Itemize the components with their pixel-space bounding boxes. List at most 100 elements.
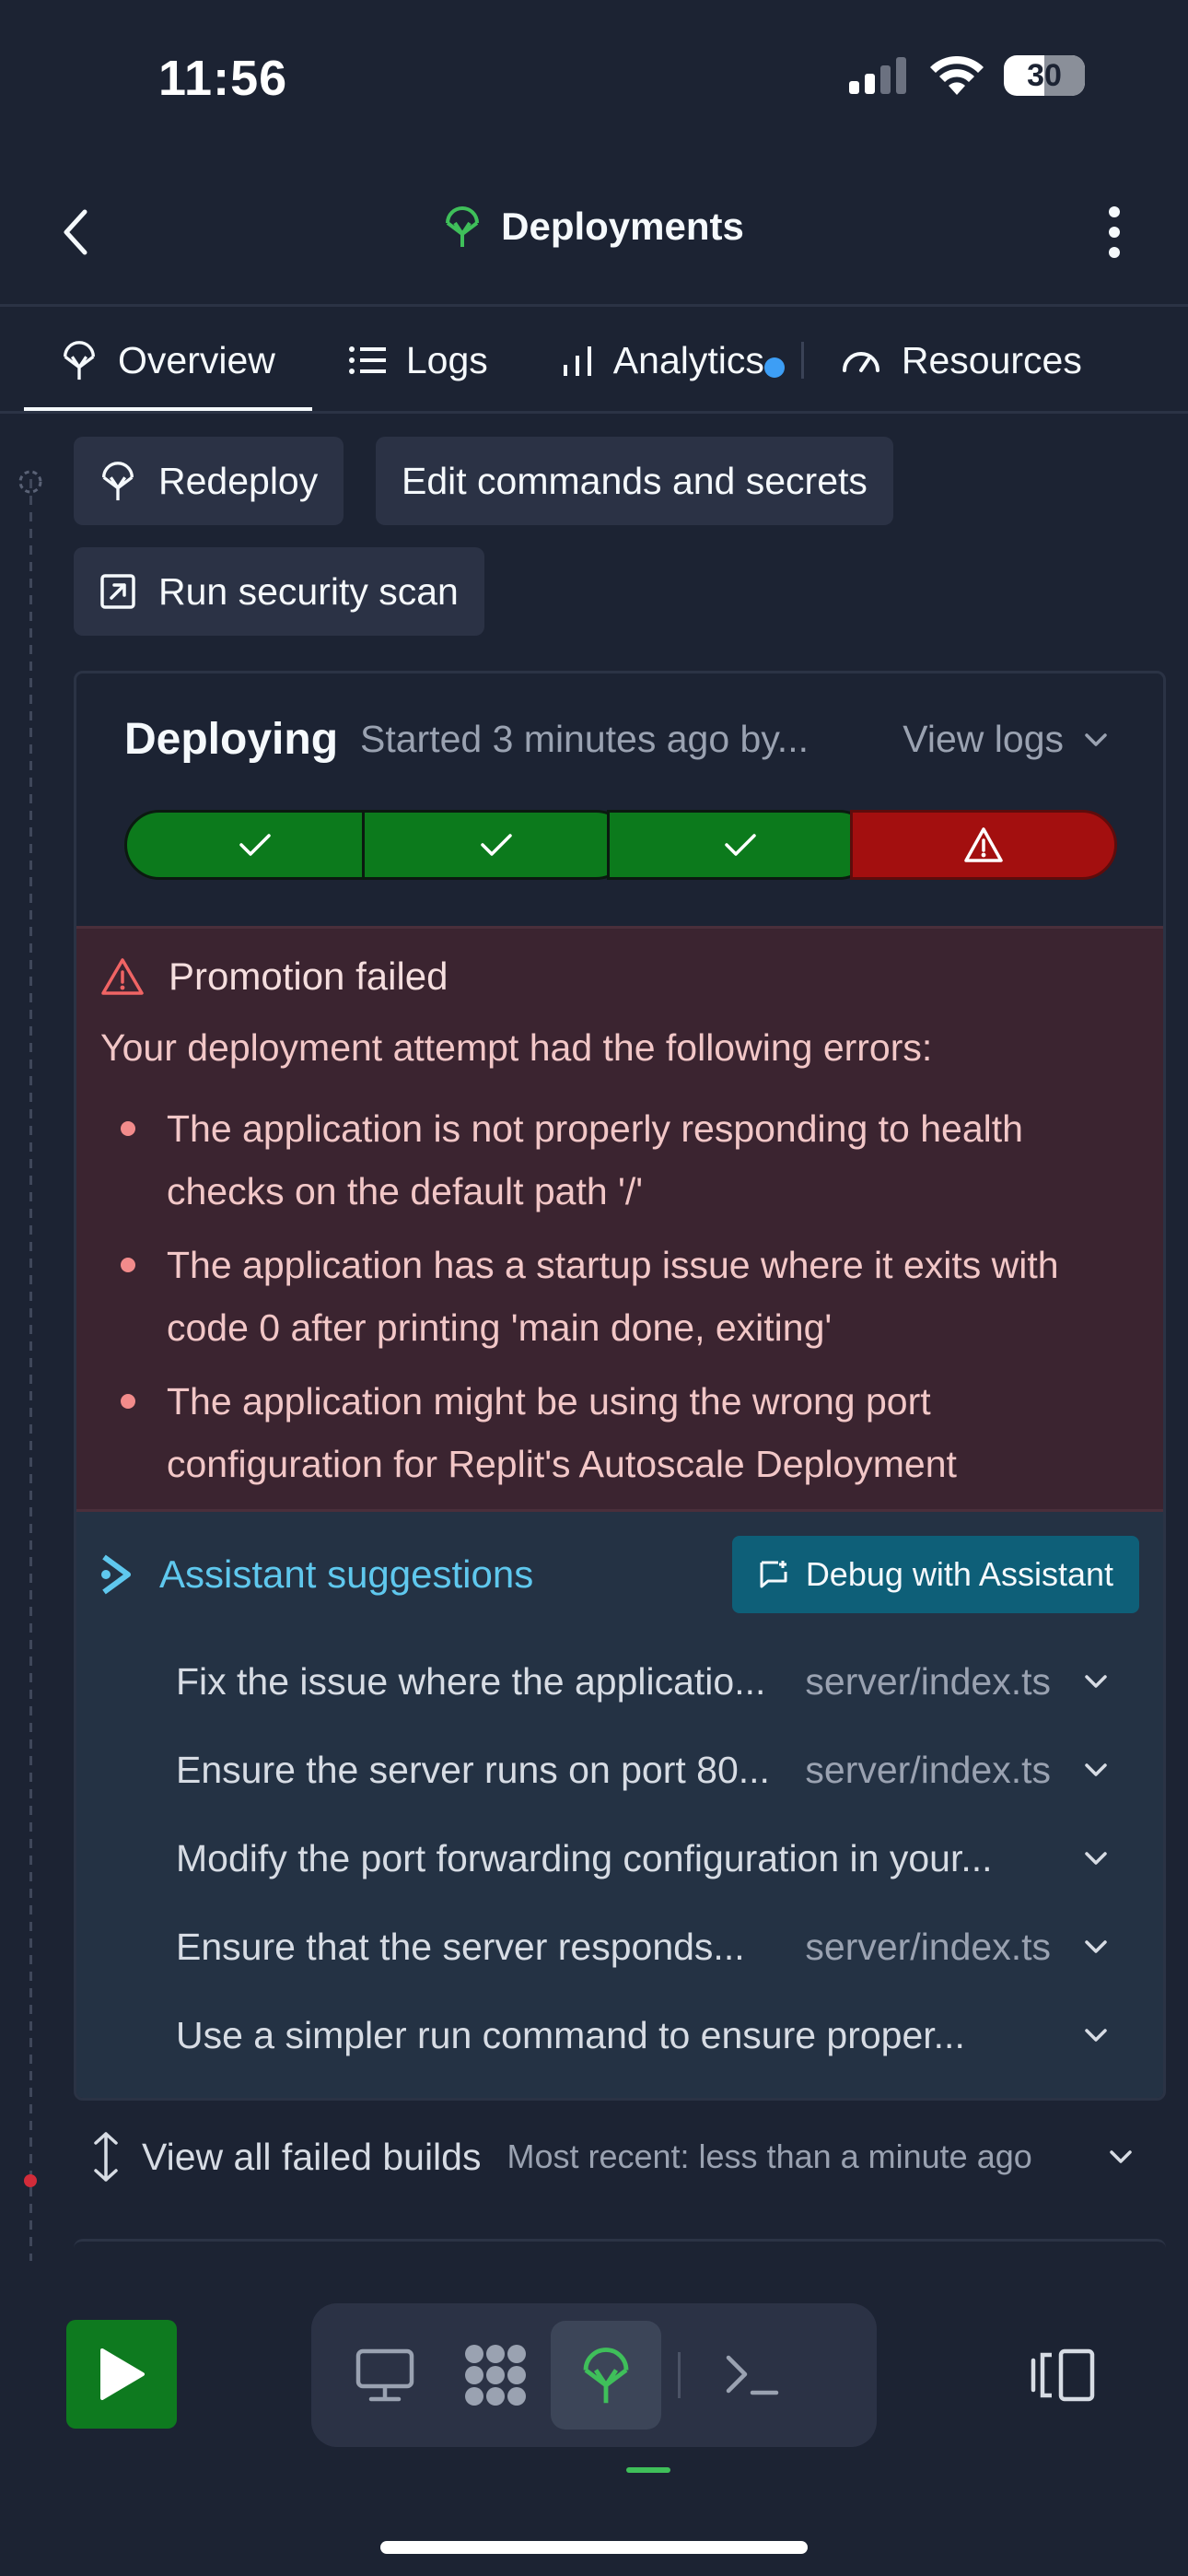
- tab-separator: [800, 342, 804, 379]
- notification-badge: [763, 357, 785, 378]
- webview-tool-button[interactable]: [330, 2321, 440, 2430]
- progress-step-build: [124, 810, 386, 880]
- home-indicator: [380, 2541, 808, 2554]
- deployment-card-header: Deploying Started 3 minutes ago by... Vi…: [124, 714, 1108, 765]
- tab-overview-label: Overview: [118, 338, 275, 381]
- security-scan-label: Run security scan: [158, 569, 459, 613]
- error-title: Promotion failed: [169, 954, 448, 998]
- header-divider: [0, 304, 1188, 307]
- deployment-status: Deploying: [124, 715, 339, 764]
- deploy-icon: [446, 206, 480, 247]
- suggestion-item[interactable]: Ensure the server runs on port 80... ser…: [100, 1726, 1139, 1814]
- suggestion-file: server/index.ts: [805, 1659, 1051, 1703]
- status-icons: 30: [849, 55, 1085, 96]
- list-icon: [348, 346, 386, 374]
- battery-level: 30: [1027, 57, 1062, 93]
- chevron-down-icon: [1085, 1763, 1107, 1776]
- chevron-down-icon: [1085, 1852, 1107, 1865]
- warning-icon: [101, 958, 144, 995]
- failed-builds-row[interactable]: View all failed builds Most recent: less…: [92, 2132, 1133, 2182]
- assistant-panel: Assistant suggestions Debug with Assista…: [76, 1512, 1163, 2098]
- wifi-icon: [930, 56, 984, 95]
- chevron-down-icon: [1085, 2029, 1107, 2042]
- expand-vertical-icon: [94, 2132, 118, 2182]
- error-list: The application is not properly respondi…: [100, 1097, 1139, 1495]
- suggestion-file: server/index.ts: [805, 1925, 1051, 1968]
- error-item: The application is not properly respondi…: [100, 1097, 1139, 1223]
- error-panel: Promotion failed Your deployment attempt…: [76, 926, 1163, 1512]
- suggestion-file: server/index.ts: [805, 1748, 1051, 1791]
- debug-with-assistant-button[interactable]: Debug with Assistant: [731, 1536, 1139, 1613]
- tool-dock: [311, 2303, 877, 2447]
- security-scan-button[interactable]: Run security scan: [74, 547, 484, 636]
- gauge-icon: [842, 352, 879, 372]
- tab-resources[interactable]: Resources: [841, 310, 1082, 411]
- redeploy-button[interactable]: Redeploy: [74, 437, 344, 525]
- error-title-row: Promotion failed: [100, 954, 1139, 999]
- suggestion-item[interactable]: Use a simpler run command to ensure prop…: [100, 1991, 1139, 2079]
- bar-chart-icon: [563, 346, 591, 376]
- chevron-down-icon: [1110, 2150, 1132, 2163]
- chat-icon: [760, 1561, 787, 1588]
- tab-resources-label: Resources: [901, 338, 1082, 381]
- deployment-progress: [124, 810, 1121, 880]
- battery-icon: 30: [1004, 55, 1085, 96]
- edit-commands-label: Edit commands and secrets: [402, 459, 868, 502]
- failed-builds-label: View all failed builds: [142, 2135, 482, 2178]
- dock-separator: [678, 2352, 681, 2398]
- split-pane-icon: [1031, 2348, 1095, 2402]
- timeline-line: [29, 479, 32, 2266]
- deployment-card: Deploying Started 3 minutes ago by... Vi…: [74, 671, 1166, 2101]
- error-item: The application has a startup issue wher…: [100, 1234, 1139, 1359]
- deployment-started: Started 3 minutes ago by...: [360, 718, 809, 760]
- run-button[interactable]: [66, 2320, 177, 2429]
- suggestion-item[interactable]: Modify the port forwarding configuration…: [100, 1814, 1139, 1903]
- external-scan-icon: [100, 574, 135, 609]
- shell-tool-button[interactable]: [697, 2321, 808, 2430]
- play-icon: [100, 2348, 145, 2400]
- assistant-title: Assistant suggestions: [159, 1552, 534, 1596]
- deploy-icon: [63, 341, 96, 381]
- suggestion-text: Use a simpler run command to ensure prop…: [176, 2013, 965, 2056]
- page-header: Deployments: [0, 205, 1188, 249]
- tab-logs[interactable]: Logs: [348, 310, 488, 411]
- assistant-icon: [101, 1554, 131, 1595]
- tab-analytics-label: Analytics: [612, 338, 764, 381]
- suggestion-text: Ensure the server runs on port 80...: [176, 1748, 770, 1791]
- more-menu-button[interactable]: [1107, 206, 1122, 258]
- check-icon: [481, 834, 512, 856]
- tab-analytics[interactable]: Analytics: [562, 310, 785, 411]
- workspace-tools-button[interactable]: [440, 2321, 551, 2430]
- edit-commands-button[interactable]: Edit commands and secrets: [376, 437, 893, 525]
- deployments-tool-button[interactable]: [551, 2321, 661, 2430]
- next-card-edge: [74, 2239, 1166, 2257]
- debug-with-assistant-label: Debug with Assistant: [805, 1555, 1113, 1593]
- tab-logs-label: Logs: [405, 338, 488, 381]
- failed-builds-sub: Most recent: less than a minute ago: [507, 2137, 1032, 2175]
- tab-bar: Overview Logs Analytics Resources: [0, 310, 1188, 411]
- deploy-icon: [583, 2348, 629, 2404]
- assistant-header: Assistant suggestions Debug with Assista…: [100, 1512, 1139, 1637]
- timeline-failed-dot: [24, 2174, 37, 2187]
- suggestion-item[interactable]: Ensure that the server responds... serve…: [100, 1903, 1139, 1991]
- signal-icon: [849, 57, 906, 94]
- tab-overview[interactable]: Overview: [24, 310, 312, 411]
- switch-view-button[interactable]: [1030, 2348, 1096, 2403]
- active-tool-indicator: [626, 2467, 670, 2473]
- view-logs-button[interactable]: View logs: [903, 718, 1108, 761]
- tools-grid-icon: [465, 2345, 526, 2406]
- status-time: 11:56: [158, 51, 288, 106]
- suggestion-item[interactable]: Fix the issue where the applicatio... se…: [100, 1637, 1139, 1726]
- suggestion-text: Fix the issue where the applicatio...: [176, 1659, 766, 1703]
- progress-step-bundle: [362, 810, 631, 880]
- error-item: The application might be using the wrong…: [100, 1370, 1139, 1495]
- chevron-down-icon: [1085, 1940, 1107, 1953]
- warning-icon: [964, 827, 1003, 862]
- tabs-divider: [0, 411, 1188, 414]
- redeploy-label: Redeploy: [158, 459, 319, 502]
- view-logs-label: View logs: [903, 718, 1064, 760]
- chevron-down-icon: [1085, 732, 1107, 746]
- page-title: Deployments: [501, 205, 744, 248]
- check-icon: [239, 834, 271, 856]
- suggestion-text: Ensure that the server responds...: [176, 1925, 745, 1968]
